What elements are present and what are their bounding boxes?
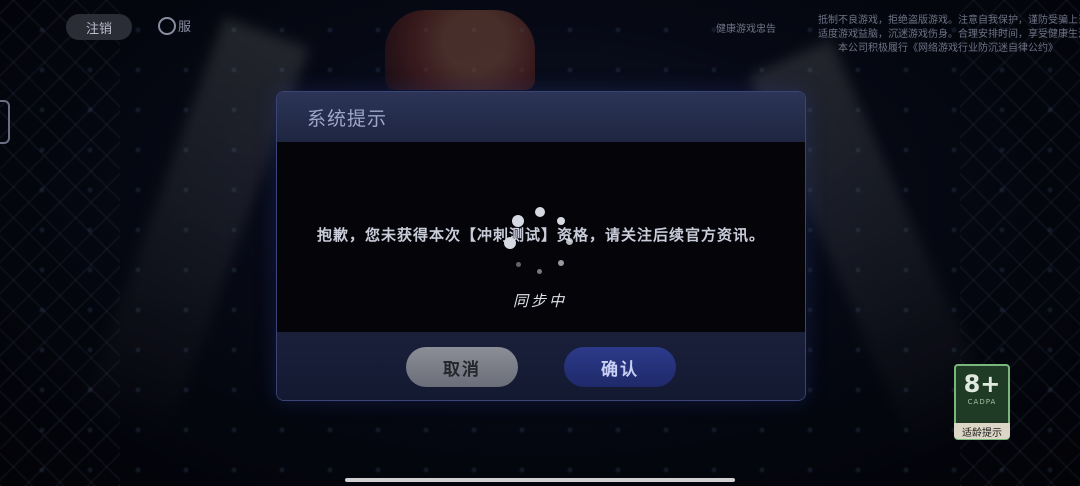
side-expand-tab[interactable] xyxy=(0,100,10,144)
syncing-label: 同步中 xyxy=(512,292,567,310)
health-notice-line: 本公司积极履行《网络游戏行业防沉迷自律公约》 xyxy=(838,43,1058,54)
spinner-dot xyxy=(558,260,564,266)
cancel-button[interactable]: 取消 xyxy=(406,347,518,387)
dialog-title: 系统提示 xyxy=(277,92,805,142)
health-notice: 抵制不良游戏，拒绝盗版游戏。注意自我保护，谨防受骗上当。 适度游戏益脑，沉迷游戏… xyxy=(818,4,1080,56)
age-rating-value: 8+ xyxy=(963,370,1001,398)
age-rating-tip: 适龄提示 xyxy=(954,423,1010,439)
age-rating-badge[interactable]: 8+ CADPA 适龄提示 xyxy=(954,364,1010,440)
spinner-dot xyxy=(557,217,565,225)
spinner-dot xyxy=(537,269,542,274)
loading-spinner-icon xyxy=(500,205,580,285)
spinner-dot xyxy=(566,238,573,245)
health-notice-line: 抵制不良游戏，拒绝盗版游戏。注意自我保护，谨防受骗上当。 xyxy=(818,15,1080,26)
spinner-dot xyxy=(504,237,516,249)
logout-button[interactable]: 注销 xyxy=(66,14,132,40)
spinner-dot xyxy=(512,215,524,227)
spinner-dot xyxy=(535,207,545,217)
spinner-dot xyxy=(516,262,521,267)
confirm-button[interactable]: 确认 xyxy=(564,347,676,387)
dialog-footer: 取消 确认 xyxy=(277,332,805,400)
headset-icon xyxy=(158,16,176,35)
health-notice-title: 健康游戏忠告 xyxy=(716,24,776,35)
customer-service-button[interactable]: 服 xyxy=(158,16,191,35)
health-notice-line: 适度游戏益脑，沉迷游戏伤身。合理安排时间，享受健康生活。 xyxy=(818,29,1080,40)
customer-service-label: 服 xyxy=(178,20,192,35)
home-indicator[interactable] xyxy=(345,478,735,482)
age-rating-org: CADPA xyxy=(967,398,997,406)
